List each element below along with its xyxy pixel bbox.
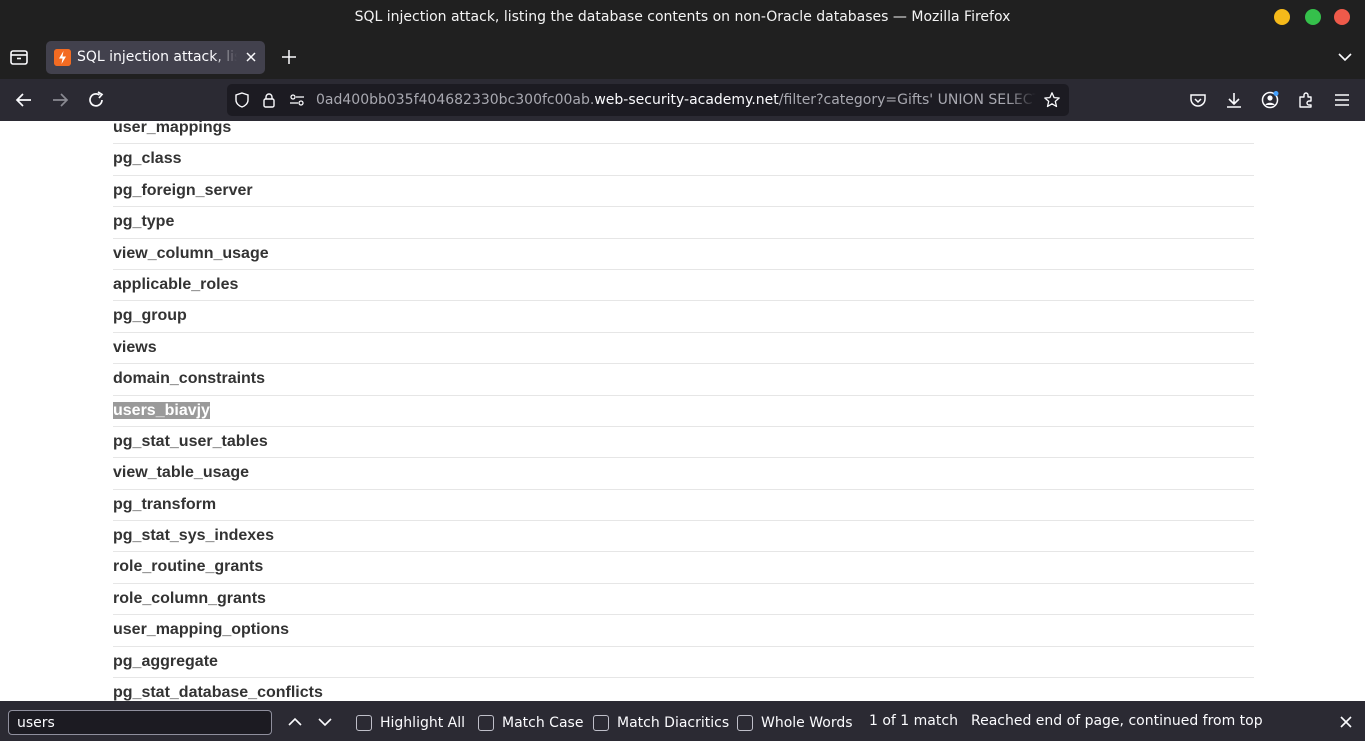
tab-active[interactable]: SQL injection attack, listing the databa… xyxy=(46,41,265,74)
address-bar[interactable]: 0ad400bb035f404682330bc300fc00ab.web-sec… xyxy=(227,84,1069,116)
table-row: users_biavjy xyxy=(113,396,1254,427)
table-row: pg_transform xyxy=(113,490,1254,522)
tab-title: SQL injection attack, listing the databa… xyxy=(77,49,237,65)
new-tab-icon[interactable] xyxy=(280,48,298,66)
table-name: user_mappings xyxy=(113,121,232,136)
forward-arrow-icon[interactable] xyxy=(50,90,70,110)
table-name: user_mapping_options xyxy=(113,621,290,639)
navigation-toolbar: 0ad400bb035f404682330bc300fc00ab.web-sec… xyxy=(0,79,1365,121)
permissions-icon[interactable] xyxy=(288,91,306,109)
find-previous-icon[interactable] xyxy=(286,713,304,731)
table-name: pg_transform xyxy=(113,495,217,513)
match-case-checkbox[interactable]: Match Case xyxy=(478,713,583,733)
find-next-icon[interactable] xyxy=(316,713,334,731)
table-row: applicable_roles xyxy=(113,270,1254,302)
table-name: pg_foreign_server xyxy=(113,181,253,199)
table-name: view_table_usage xyxy=(113,464,250,482)
table-row: pg_class xyxy=(113,144,1254,176)
tab-overview-icon[interactable] xyxy=(8,46,30,68)
tab-close-icon[interactable] xyxy=(244,50,258,64)
table-row: pg_group xyxy=(113,301,1254,333)
pocket-icon[interactable] xyxy=(1188,90,1208,110)
window-titlebar: SQL injection attack, listing the databa… xyxy=(0,0,1365,35)
table-name: role_routine_grants xyxy=(113,558,264,576)
download-icon[interactable] xyxy=(1224,90,1244,110)
account-icon[interactable] xyxy=(1260,90,1280,110)
close-icon[interactable] xyxy=(1337,713,1355,731)
whole-words-checkbox[interactable]: Whole Words xyxy=(737,713,853,733)
table-name: role_column_grants xyxy=(113,589,266,607)
highlight-all-checkbox[interactable]: Highlight All xyxy=(356,713,465,733)
url-text[interactable]: 0ad400bb035f404682330bc300fc00ab.web-sec… xyxy=(316,84,1036,116)
table-name: domain_constraints xyxy=(113,370,266,388)
table-name: applicable_roles xyxy=(113,275,239,293)
match-diacritics-checkbox[interactable]: Match Diacritics xyxy=(593,713,729,733)
back-arrow-icon[interactable] xyxy=(14,90,34,110)
checkbox-box[interactable] xyxy=(478,715,494,731)
table-row: pg_aggregate xyxy=(113,647,1254,679)
checkbox-label: Match Diacritics xyxy=(617,715,730,731)
find-bar: Highlight All Match Case Match Diacritic… xyxy=(0,701,1365,741)
extensions-icon[interactable] xyxy=(1296,90,1316,110)
table-name: pg_stat_sys_indexes xyxy=(113,527,274,545)
maximize-button[interactable] xyxy=(1305,9,1321,25)
page-content: user_mappings pg_class pg_foreign_serverpg… xyxy=(0,121,1365,701)
window-title: SQL injection attack, listing the databa… xyxy=(354,9,1011,25)
table-row: role_column_grants xyxy=(113,584,1254,616)
table-row: pg_stat_user_tables xyxy=(113,427,1254,459)
lightning-icon xyxy=(54,49,71,66)
table-name: view_column_usage xyxy=(113,244,269,262)
checkbox-label: Match Case xyxy=(502,715,584,731)
checkbox-box[interactable] xyxy=(737,715,753,731)
table-row: user_mapping_options xyxy=(113,615,1254,647)
find-input[interactable] xyxy=(8,710,272,735)
table-row: pg_foreign_server xyxy=(113,176,1254,208)
checkbox-label: Whole Words xyxy=(761,715,853,731)
table-names-list: user_mappings pg_class pg_foreign_serverpg… xyxy=(113,121,1254,701)
bookmark-star-icon[interactable] xyxy=(1043,91,1061,109)
table-row: pg_type xyxy=(113,207,1254,239)
checkbox-label: Highlight All xyxy=(380,715,466,731)
reload-icon[interactable] xyxy=(86,90,106,110)
find-status-message: Reached end of page, continued from top xyxy=(971,713,1263,729)
match-count: 1 of 1 match xyxy=(869,713,958,729)
chevron-down-icon[interactable] xyxy=(1336,48,1354,66)
table-row: views xyxy=(113,333,1254,365)
minimize-button[interactable] xyxy=(1274,9,1290,25)
table-row: domain_constraints xyxy=(113,364,1254,396)
table-row: pg_stat_sys_indexes xyxy=(113,521,1254,553)
table-name: users_biavjy xyxy=(113,401,210,419)
checkbox-box[interactable] xyxy=(593,715,609,731)
table-row: pg_stat_database_conflicts xyxy=(113,678,1254,701)
url-domain: web-security-academy.net xyxy=(594,92,779,108)
table-row: user_mappings xyxy=(113,121,1254,145)
table-name: pg_aggregate xyxy=(113,652,218,670)
table-row: view_column_usage xyxy=(113,239,1254,270)
url-prefix: 0ad400bb035f404682330bc300fc00ab. xyxy=(316,92,595,108)
checkbox-box[interactable] xyxy=(356,715,372,731)
table-row: role_routine_grants xyxy=(113,552,1254,584)
table-row: view_table_usage xyxy=(113,458,1254,490)
table-name: pg_type xyxy=(113,213,175,231)
tab-strip: SQL injection attack, listing the databa… xyxy=(0,35,1365,79)
table-name: pg_class xyxy=(113,150,182,168)
table-name: views xyxy=(113,338,157,356)
menu-icon[interactable] xyxy=(1332,90,1352,110)
table-name: pg_stat_database_conflicts xyxy=(113,684,323,701)
table-name: pg_group xyxy=(113,307,187,325)
url-path: /filter?category=Gifts' UNION SELECT tab… xyxy=(778,92,1036,108)
table-name: pg_stat_user_tables xyxy=(113,432,268,450)
lock-icon[interactable] xyxy=(260,91,278,109)
shield-icon[interactable] xyxy=(233,91,251,109)
window-close-button[interactable] xyxy=(1334,9,1350,25)
